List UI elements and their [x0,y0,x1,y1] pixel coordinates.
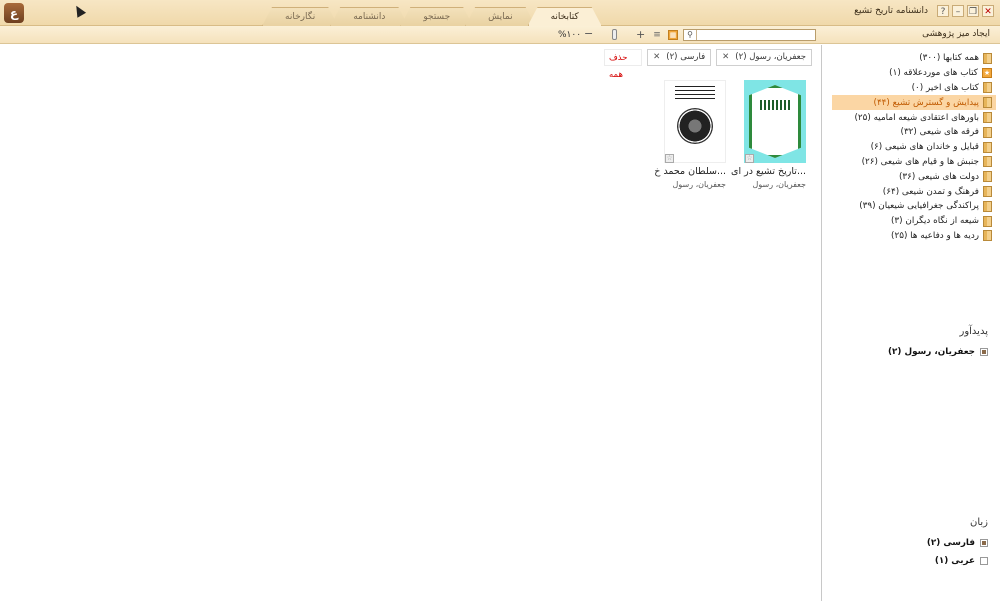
book-icon [983,97,992,109]
sidebar-item-states[interactable]: دولت های شیعی (۳۶) [842,169,992,184]
book-title[interactable]: تاریخ تشیع در ای... [728,166,806,177]
main-tabs: نگارخانه دانشنامه جستجو نمایش کتابخانه [262,7,594,26]
minimize-icon[interactable]: – [952,5,964,17]
tab-gallery[interactable]: نگارخانه [262,7,338,26]
sidebar-item-label: ردیه ها و دفاعیه ها (۲۵) [891,230,979,241]
book-title[interactable]: سلطان محمد خ... [648,166,726,177]
sidebar-item-all-books[interactable]: همه کتابها (۳۰۰) [842,51,992,66]
sidebar-item-geography[interactable]: پراکندگی جغرافیایی شیعیان (۳۹) [842,199,992,214]
sidebar-item-label: کتاب های اخیر (۰) [911,82,979,93]
book-icon [983,171,992,183]
zoom-slider-handle[interactable] [612,29,617,40]
filter-chip-language: ✕ فارسی (۲) [647,49,712,66]
search-input[interactable]: ⚲ [683,29,816,41]
sidebar-item-label: قبایل و خاندان های شیعی (۶) [870,142,979,153]
book-icon [983,112,992,124]
mouse-cursor-icon [71,3,87,18]
sidebar-item-sects[interactable]: فرقه های شیعی (۳۲) [842,125,992,140]
facet-item-label: عربی (۱) [934,556,975,566]
facet-item-label: جعفریان، رسول (۲) [888,347,975,357]
book-icon [983,52,992,64]
sidebar-item-label: باورهای اعتقادی شیعه امامیه (۲۵) [854,112,979,123]
sidebar-item-others-view[interactable]: شیعه از نگاه دیگران (۳) [842,214,992,229]
book-icon [983,156,992,168]
library-content: ✕ جعفریان، رسول (۲) ✕ فارسی (۲) حذف همه … [0,45,821,601]
app-title: دانشنامه تاریخ تشیع [854,6,928,16]
grid-view-icon[interactable]: ▦ [668,30,678,40]
facet-item-persian[interactable]: فارسی (۲) [927,538,988,548]
window-controls: دانشنامه تاریخ تشیع ? – ❐ ✕ [854,5,994,17]
close-icon[interactable]: ✕ [722,50,729,65]
sidebar-item-movements[interactable]: جنبش ها و قیام های شیعی (۲۶) [842,155,992,170]
restore-icon[interactable]: ❐ [967,5,979,17]
tab-library[interactable]: کتابخانه [528,7,602,26]
facet-heading-creator: پدیدآور [959,326,988,337]
facet-heading-language: زبان [969,517,988,528]
sidebar-item-label: کتاب های موردعلاقه (۱) [889,68,978,79]
checkbox[interactable] [980,539,988,547]
sidebar-item-label: فرقه های شیعی (۳۲) [900,127,980,138]
active-filters: ✕ جعفریان، رسول (۲) ✕ فارسی (۲) حذف همه [604,49,812,80]
sidebar-item-label: پیدایش و گسترش تشیع (۴۴) [873,97,980,108]
close-icon[interactable]: ✕ [653,50,660,65]
tab-encyclopedia[interactable]: دانشنامه [330,7,408,26]
sidebar-item-favorites[interactable]: ★ کتاب های موردعلاقه (۱) [842,66,992,81]
book-icon [983,126,992,138]
book-icon [983,186,992,198]
sidebar-item-label: دولت های شیعی (۳۶) [898,171,979,182]
app-logo[interactable]: ع [4,3,24,23]
zoom-in-button[interactable]: + [636,28,645,41]
remove-all-filters-button[interactable]: حذف همه [604,49,643,80]
book-author: جعفریان، رسول [752,180,806,189]
tab-view[interactable]: نمایش [465,7,535,26]
sidebar-item-label: پراکندگی جغرافیایی شیعیان (۳۹) [859,201,979,212]
checkbox[interactable] [980,348,988,356]
facet-item-creator[interactable]: جعفریان، رسول (۲) [888,347,988,357]
sidebar: همه کتابها (۳۰۰) ★ کتاب های موردعلاقه (۱)… [821,45,1000,601]
checkbox[interactable] [980,557,988,565]
filter-chip-author: ✕ جعفریان، رسول (۲) [716,49,812,66]
book-icon [983,230,992,242]
sidebar-item-origin-spread[interactable]: پیدایش و گسترش تشیع (۴۴) [832,95,996,111]
create-research-desk-button[interactable]: ایجاد میز پژوهشی [922,29,990,39]
star-icon: ★ [982,68,992,79]
sidebar-item-label: فرهنگ و تمدن شیعی (۶۴) [882,186,979,197]
tab-search[interactable]: جستجو [400,7,473,26]
search-icon[interactable]: ⚲ [684,30,697,40]
list-view-icon[interactable]: ≡ [652,30,662,40]
title-bar: ع نگارخانه دانشنامه جستجو نمایش کتابخانه… [0,0,1000,26]
book-author: جعفریان، رسول [672,180,726,189]
sidebar-item-beliefs[interactable]: باورهای اعتقادی شیعه امامیه (۲۵) [842,110,992,125]
help-icon[interactable]: ? [937,5,949,17]
facet-item-arabic[interactable]: عربی (۱) [935,556,988,566]
filter-chip-label: جعفریان، رسول (۲) [735,52,806,62]
book-icon [983,200,992,212]
book-icon [983,82,992,94]
star-icon[interactable]: ☆ [745,154,754,163]
zoom-level: %۱۰۰ [558,30,582,40]
sidebar-item-recent[interactable]: کتاب های اخیر (۰) [842,81,992,96]
close-icon[interactable]: ✕ [982,5,994,17]
book-cover[interactable] [744,80,806,163]
sidebar-item-label: جنبش ها و قیام های شیعی (۲۶) [861,156,979,167]
facet-item-label: فارسی (۲) [926,538,975,548]
category-list: همه کتابها (۳۰۰) ★ کتاب های موردعلاقه (۱)… [832,51,996,244]
book-icon [983,141,992,153]
toolbar: ایجاد میز پژوهشی ⚲ ▦ ≡ + − %۱۰۰ [0,26,1000,44]
book-icon [983,215,992,227]
sidebar-item-label: همه کتابها (۳۰۰) [919,53,979,64]
filter-chip-label: فارسی (۲) [666,52,706,62]
sidebar-item-refutations[interactable]: ردیه ها و دفاعیه ها (۲۵) [842,229,992,244]
zoom-out-button[interactable]: − [584,27,593,40]
sidebar-item-tribes[interactable]: قبایل و خاندان های شیعی (۶) [842,140,992,155]
sidebar-item-culture[interactable]: فرهنگ و تمدن شیعی (۶۴) [842,184,992,199]
book-cover[interactable] [664,80,726,163]
sidebar-item-label: شیعه از نگاه دیگران (۳) [890,216,979,227]
star-icon[interactable]: ☆ [665,154,674,163]
